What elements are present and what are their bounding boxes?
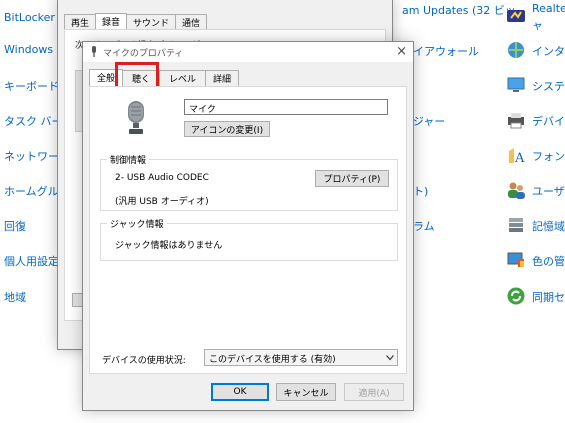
controller-name: 2- USB Audio CODEC — [115, 173, 209, 183]
user-accounts-icon — [508, 182, 525, 199]
cp-item-windows-defender[interactable]: Windows D — [4, 43, 65, 56]
cp-item-system[interactable]: システム — [532, 78, 565, 94]
cp-item-region[interactable]: 地域 — [4, 289, 26, 305]
general-panel: マイク アイコンの変更(I) 制御情報 2- USB Audio CODEC (… — [89, 86, 407, 374]
svg-text:A: A — [514, 151, 525, 165]
apply-button[interactable]: 適用(A) — [344, 383, 404, 401]
cp-item-fonts[interactable]: フォント — [532, 148, 565, 164]
cp-item-internet[interactable]: インター — [532, 43, 565, 59]
cp-item-realtek[interactable]: Realte — [532, 2, 565, 15]
cp-item-realtek-line2[interactable]: ャ — [532, 17, 543, 33]
controller-driver: (汎用 USB オーディオ) — [115, 197, 209, 207]
devices-printers-icon — [508, 113, 524, 129]
mic-properties-dialog: マイクのプロパティ × 全般 聴く レベル 詳細 マイク アイコンの変更(I) … — [82, 41, 414, 411]
microphone-icon — [92, 46, 96, 57]
change-icon-button[interactable]: アイコンの変更(I) — [184, 121, 270, 137]
device-usage-select[interactable]: このデバイスを使用する (有効) — [204, 349, 398, 366]
title-bar: マイクのプロパティ × — [83, 42, 413, 62]
storage-spaces-icon — [509, 218, 523, 232]
properties-button[interactable]: プロパティ(P) — [315, 170, 389, 187]
cp-item-devices[interactable]: デバイス — [532, 113, 565, 129]
cancel-button[interactable]: キャンセル — [276, 383, 336, 401]
device-name-field[interactable]: マイク — [184, 99, 388, 115]
sync-center-icon — [507, 287, 525, 305]
jack-info-title: ジャック情報 — [107, 217, 167, 230]
cp-item-color[interactable]: 色の管 — [532, 253, 565, 269]
chevron-down-icon[interactable] — [386, 355, 394, 361]
jack-info-group: ジャック情報 ジャック情報はありません — [100, 217, 398, 261]
cp-item-personalization[interactable]: 個人用設定 — [4, 253, 59, 269]
controller-info-group: 制御情報 2- USB Audio CODEC (汎用 USB オーディオ) プ… — [100, 153, 398, 211]
device-usage-value: このデバイスを使用する (有効) — [209, 355, 336, 365]
cp-item-storage[interactable]: 記憶域 — [532, 218, 565, 234]
internet-options-icon — [508, 42, 524, 58]
device-usage-label: デバイスの使用状況: — [102, 356, 186, 366]
cp-item-keyboard[interactable]: キーボード — [4, 78, 59, 94]
dialog-title: マイクのプロパティ — [103, 49, 184, 59]
color-management-icon — [507, 252, 524, 267]
controller-info-title: 制御情報 — [107, 153, 150, 166]
cp-item-sync[interactable]: 同期セ — [532, 289, 565, 305]
system-icon — [507, 77, 525, 92]
cp-item-updates[interactable]: am Updates (32 ビッ — [402, 2, 516, 18]
ok-button[interactable]: OK — [211, 383, 269, 401]
jack-info-text: ジャック情報はありません — [115, 241, 223, 251]
realtek-audio-icon — [507, 10, 525, 22]
fonts-icon: A — [509, 148, 525, 165]
close-icon[interactable]: × — [396, 44, 407, 59]
cp-item-users[interactable]: ユーザー — [532, 183, 565, 199]
microphone-device-icon — [128, 101, 144, 134]
cp-item-recovery[interactable]: 回復 — [4, 218, 26, 234]
